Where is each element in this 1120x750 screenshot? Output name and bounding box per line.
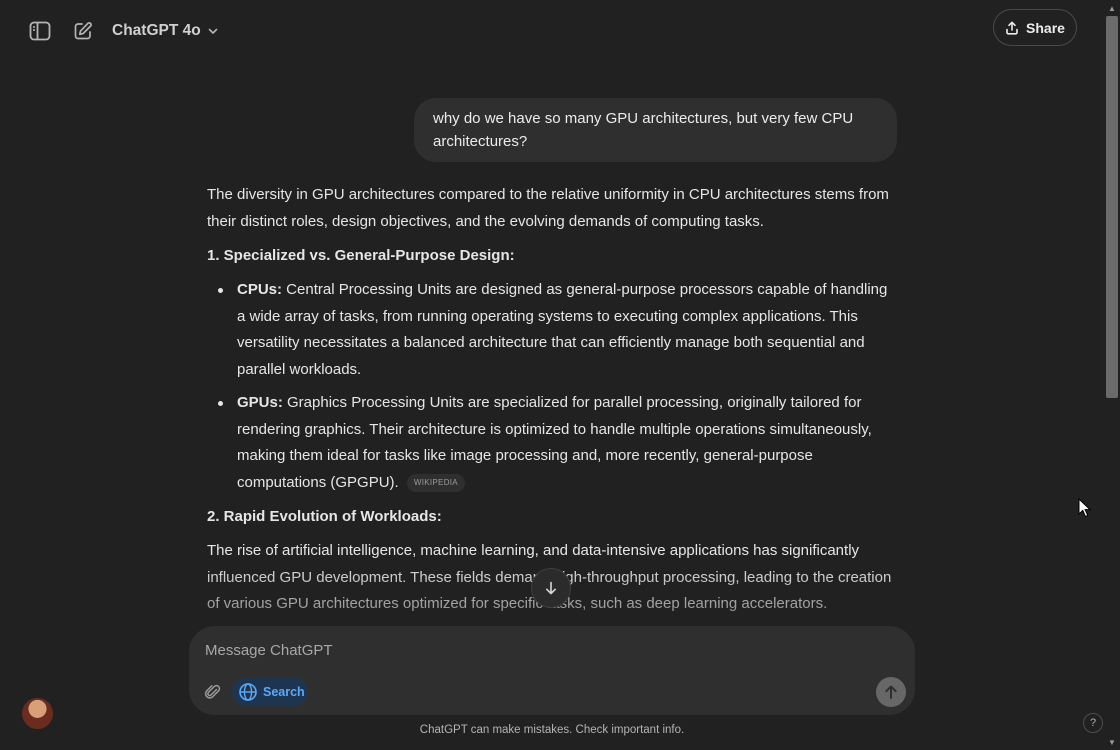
attach-button[interactable] [201, 680, 225, 704]
bullet-text: Graphics Processing Units are specialize… [237, 394, 872, 491]
assistant-message: The diversity in GPU architectures compa… [207, 182, 897, 618]
search-label: Search [263, 684, 305, 699]
avatar[interactable] [22, 698, 53, 729]
conversation-area: why do we have so many GPU architectures… [207, 98, 897, 618]
scrollbar-thumb[interactable] [1106, 16, 1118, 398]
sidebar-icon [29, 21, 51, 41]
arrow-up-icon [885, 685, 897, 699]
list-item-cpus: CPUs: Central Processing Units are desig… [218, 277, 897, 383]
globe-icon [239, 682, 257, 701]
sidebar-toggle-button[interactable] [23, 14, 57, 48]
list-item-gpus: GPUs: Graphics Processing Units are spec… [218, 390, 897, 496]
scroll-down-arrow-icon[interactable]: ▼ [1106, 736, 1118, 748]
search-toggle-button[interactable]: Search [232, 677, 308, 706]
share-label: Share [1026, 19, 1065, 36]
source-citation-chip[interactable]: WIKIPEDIA [406, 473, 465, 492]
scroll-up-arrow-icon[interactable]: ▲ [1106, 2, 1118, 14]
assistant-intro: The diversity in GPU architectures compa… [207, 186, 889, 230]
share-icon [1006, 21, 1018, 35]
help-button[interactable]: ? [1083, 713, 1103, 733]
chevron-down-icon [208, 28, 218, 34]
model-name: ChatGPT 4o [112, 22, 201, 39]
section-heading-2: 2. Rapid Evolution of Workloads: [207, 508, 442, 525]
arrow-down-icon [546, 581, 556, 595]
disclaimer-text: ChatGPT can make mistakes. Check importa… [419, 724, 685, 736]
message-input[interactable] [205, 639, 895, 661]
bullet-list: CPUs: Central Processing Units are desig… [207, 277, 897, 496]
user-message-bubble: why do we have so many GPU architectures… [414, 98, 897, 162]
edit-icon [74, 22, 92, 40]
mouse-cursor-icon [1078, 498, 1092, 518]
paperclip-icon [204, 684, 221, 699]
send-button[interactable] [876, 677, 906, 707]
new-chat-button[interactable] [66, 14, 100, 48]
bullet-text: Central Processing Units are designed as… [237, 281, 888, 378]
scroll-to-bottom-button[interactable] [531, 568, 571, 608]
share-button[interactable]: Share [993, 9, 1077, 46]
top-bar: ChatGPT 4o Share [0, 0, 1104, 62]
model-selector[interactable]: ChatGPT 4o [104, 14, 227, 48]
bullet-term: GPUs: [237, 394, 283, 411]
bullet-term: CPUs: [237, 281, 283, 298]
section-heading-1: 1. Specialized vs. General-Purpose Desig… [207, 247, 515, 264]
message-composer: Search [189, 626, 915, 715]
user-message-text: why do we have so many GPU architectures… [433, 110, 854, 150]
